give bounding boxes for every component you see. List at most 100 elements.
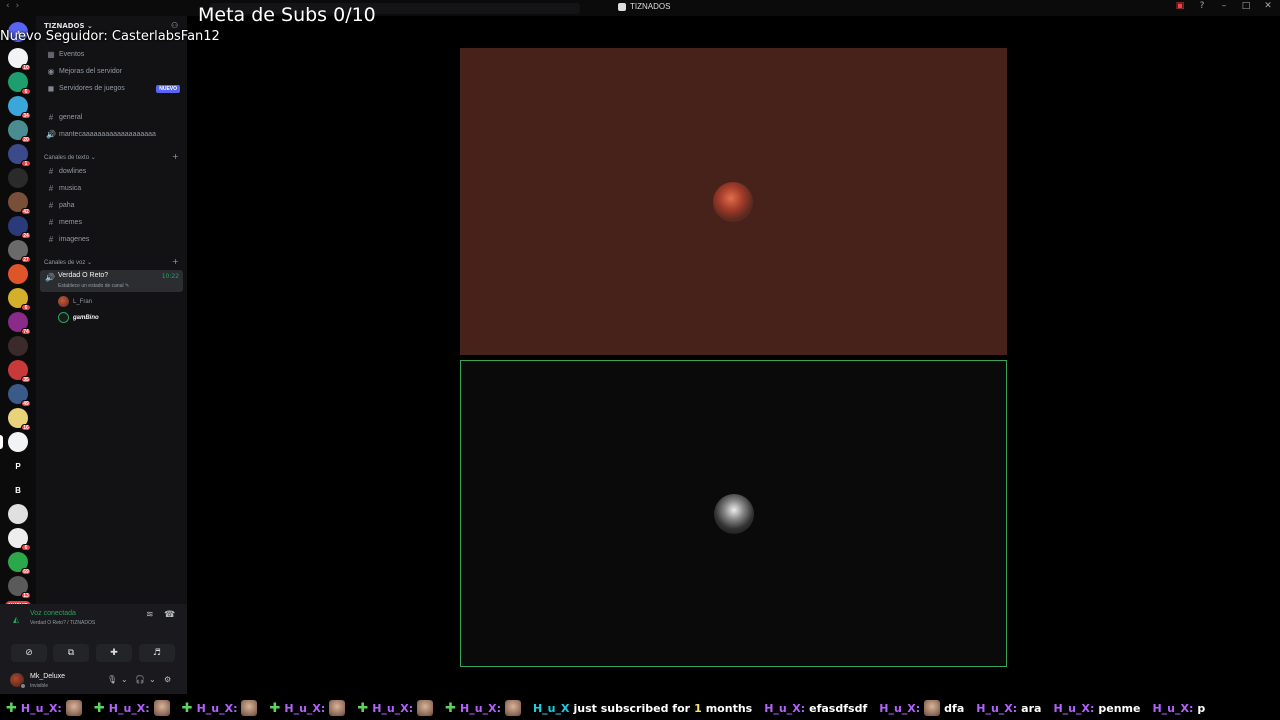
server-icon[interactable]: B xyxy=(8,480,28,500)
voice-user-name: L_Fran xyxy=(73,298,93,305)
mention-badge: 6 xyxy=(21,304,31,311)
soundboard-icon: ♬ xyxy=(152,648,162,658)
server-icon[interactable]: 34 xyxy=(8,96,31,119)
speaker-icon: 🔊 xyxy=(46,130,56,139)
chevron-down-icon[interactable]: ⌄ xyxy=(121,675,128,684)
server-icon[interactable]: 35 xyxy=(8,360,31,383)
server-icon[interactable]: 69 xyxy=(8,552,31,575)
avatar[interactable] xyxy=(10,673,26,689)
voice-connected-title[interactable]: Voz conectada xyxy=(30,610,76,617)
nav-arrows[interactable]: ‹› xyxy=(6,1,25,11)
ticker-item: ✚ H_u_X: xyxy=(269,700,346,716)
screen-share-button[interactable]: ⧉ xyxy=(53,644,89,662)
server-icon[interactable]: 16 xyxy=(8,408,31,431)
ticker-message: H_u_X: penme xyxy=(1053,701,1141,715)
inbox-icon[interactable]: ▣ xyxy=(1174,1,1186,11)
voice-user[interactable]: L_Fran xyxy=(58,295,92,308)
voice-connected-subtitle[interactable]: Verdad O Reto? / TIZNADOS xyxy=(30,620,95,626)
emote-icon xyxy=(924,700,941,716)
sidebar-item-label: Mejoras del servidor xyxy=(59,68,123,75)
ticker-message: H_u_X: ara xyxy=(976,701,1042,715)
mention-badge: 6 xyxy=(21,544,31,551)
voice-channel-name: Verdad O Reto? xyxy=(58,272,109,279)
menu-icon: ◼ xyxy=(47,84,55,93)
channel-item[interactable]: # paha xyxy=(40,198,183,213)
noise-suppression-icon[interactable]: ≋ xyxy=(146,610,154,620)
channel-item[interactable]: # musica xyxy=(40,181,183,196)
server-initial: B xyxy=(15,485,21,495)
server-icon[interactable]: 24 xyxy=(8,216,31,239)
server-icon[interactable]: 49 xyxy=(8,384,31,407)
server-icon[interactable]: 74 xyxy=(8,312,31,335)
voice-connected-panel: ◭ Voz conectada Verdad O Reto? / TIZNADO… xyxy=(0,604,187,668)
ticker-message: H_u_X: efasdfsdf xyxy=(764,701,868,715)
emote-icon xyxy=(504,700,521,716)
server-icon[interactable]: 13 xyxy=(8,576,31,599)
server-icon[interactable] xyxy=(8,264,28,284)
server-icon[interactable] xyxy=(8,168,28,188)
hash-icon: # xyxy=(48,201,54,210)
voice-category[interactable]: Canales de voz ⌄ xyxy=(44,259,92,266)
text-category[interactable]: Canales de texto ⌄ xyxy=(44,154,96,161)
sidebar-item[interactable]: ◼ Servidores de juegos NUEVO xyxy=(40,81,183,96)
plus-icon: ✚ xyxy=(6,700,17,716)
gear-icon[interactable]: ⚙ xyxy=(164,675,171,684)
server-icon[interactable]: 20 xyxy=(8,120,31,143)
mention-badge: 42 xyxy=(21,208,31,215)
add-voice-channel-icon[interactable]: + xyxy=(172,257,179,266)
signal-icon[interactable]: ◭ xyxy=(13,615,19,624)
voice-channel-active[interactable]: 🔊 Verdad O Reto? Establece un estado de … xyxy=(40,270,183,292)
camera-off-icon: ⊘ xyxy=(25,648,33,658)
channel-item[interactable]: # dowlines xyxy=(40,164,183,179)
sidebar-item-label: Eventos xyxy=(59,51,85,58)
channel-item[interactable]: # imagenes xyxy=(40,232,183,247)
help-icon[interactable]: ? xyxy=(1196,1,1208,11)
server-icon xyxy=(618,2,626,11)
server-icon[interactable] xyxy=(8,432,28,452)
mention-badge: 27 xyxy=(21,256,31,263)
voice-user[interactable]: gamBino xyxy=(58,311,99,324)
server-icon[interactable]: 42 xyxy=(8,192,31,215)
voice-channel-status[interactable]: Establece un estado de canal ✎ xyxy=(58,283,129,289)
channel-item[interactable]: # memes xyxy=(40,215,183,230)
soundboard-button[interactable]: ♬ xyxy=(139,644,175,662)
video-tile-speaking[interactable] xyxy=(460,360,1007,667)
sidebar-item[interactable]: ▦ Eventos xyxy=(40,47,183,62)
microphone-icon[interactable]: 🎙 xyxy=(107,675,117,684)
hash-icon: # xyxy=(48,235,54,244)
user-name[interactable]: Mk_Deluxe xyxy=(30,673,65,680)
server-icon[interactable]: 6 xyxy=(8,288,31,311)
maximize-icon[interactable]: □ xyxy=(1240,1,1252,11)
emote-icon xyxy=(65,700,82,716)
channel-item[interactable]: # general xyxy=(40,110,183,125)
server-icon[interactable]: 10 xyxy=(8,48,31,71)
channel-item[interactable]: 🔊 mantecaaaaaaaaaaaaaaaaaaa xyxy=(40,127,183,142)
channel-item-label: imagenes xyxy=(59,236,90,243)
server-icon[interactable] xyxy=(8,504,28,524)
add-text-channel-icon[interactable]: + xyxy=(172,152,179,161)
mention-badge: 20 xyxy=(21,136,31,143)
camera-off-button[interactable]: ⊘ xyxy=(11,644,47,662)
server-icon[interactable] xyxy=(8,336,28,356)
mention-badge: 35 xyxy=(21,376,31,383)
title-bar: ‹› TIZNADOS ▣ ? – □ ✕ xyxy=(0,0,1280,16)
server-icon[interactable]: P xyxy=(8,456,28,476)
activities-button[interactable]: ✚ xyxy=(96,644,132,662)
close-icon[interactable]: ✕ xyxy=(1262,1,1274,11)
video-tile[interactable] xyxy=(460,48,1007,355)
plus-icon: ✚ xyxy=(357,700,369,716)
sidebar-item[interactable]: ◉ Mejoras del servidor xyxy=(40,64,183,79)
server-icon[interactable]: 1 xyxy=(8,144,31,167)
emote-icon xyxy=(153,700,170,716)
chevron-down-icon[interactable]: ⌄ xyxy=(149,675,156,684)
server-icon[interactable]: 6 xyxy=(8,72,31,95)
plus-icon: ✚ xyxy=(445,700,457,716)
mention-badge: 34 xyxy=(21,112,31,119)
menu-icon: ▦ xyxy=(47,50,55,59)
server-icon[interactable]: 6 xyxy=(8,528,31,551)
server-icon[interactable]: 27 xyxy=(8,240,31,263)
minimize-icon[interactable]: – xyxy=(1218,1,1230,11)
headphones-icon[interactable]: 🎧 xyxy=(135,675,145,684)
disconnect-icon[interactable]: ☎ xyxy=(164,610,175,620)
activities-icon: ✚ xyxy=(110,648,118,658)
